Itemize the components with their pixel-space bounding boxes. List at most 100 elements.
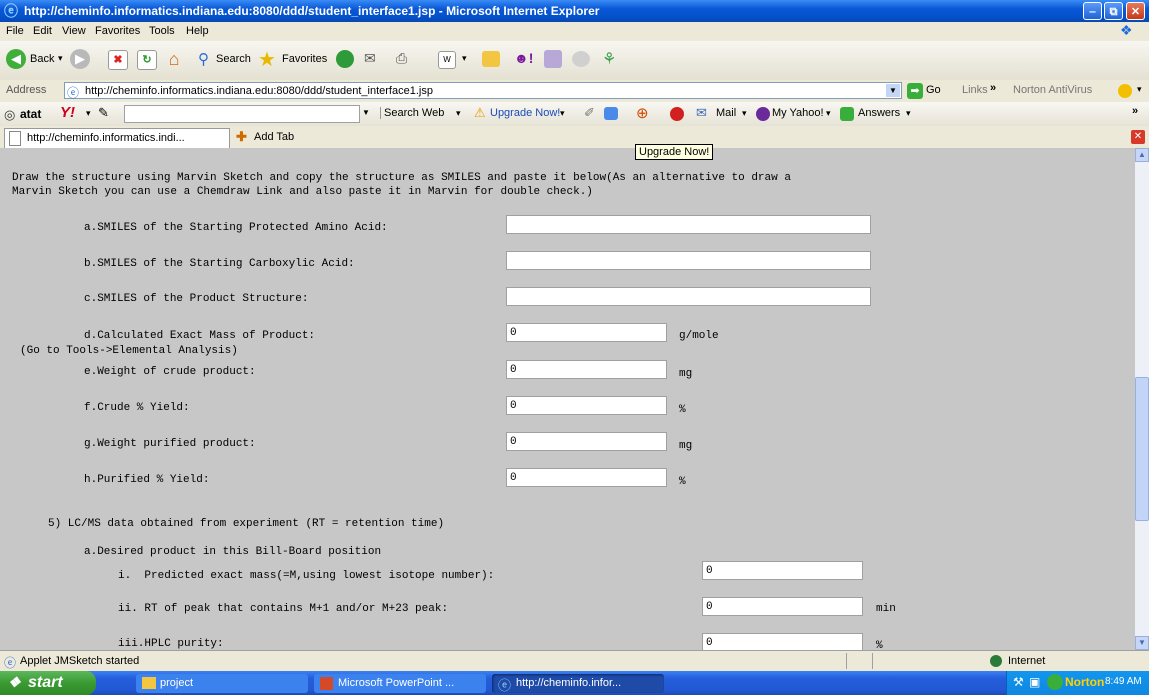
address-input[interactable]: ⓔ http://cheminfo.informatics.indiana.ed… — [64, 82, 902, 100]
answers-button[interactable]: Answers — [858, 107, 900, 119]
search-dropdown-icon[interactable]: ▼ — [362, 108, 370, 117]
taskbar-item-powerpoint[interactable]: Microsoft PowerPoint ... — [314, 674, 486, 693]
toolbar-window-icon[interactable] — [604, 107, 618, 120]
close-window-button[interactable]: ✕ — [1126, 2, 1145, 20]
my-yahoo-dropdown-icon[interactable]: ▾ — [826, 108, 831, 119]
close-tab-icon[interactable]: ✕ — [1131, 130, 1145, 144]
forward-arrow-icon[interactable]: ▶ — [70, 49, 90, 69]
label-hplc-purity: iii.HPLC purity: — [118, 638, 224, 650]
page-tab-icon — [9, 131, 21, 146]
answers-dropdown-icon[interactable]: ▾ — [906, 108, 911, 119]
go-button[interactable]: Go — [926, 84, 941, 96]
menu-edit[interactable]: Edit — [33, 25, 52, 37]
highlight-pen-icon[interactable]: ✐ — [584, 105, 595, 121]
print-icon[interactable]: ⎙ — [396, 50, 407, 67]
ie-logo-icon: ⓔ — [4, 3, 18, 19]
back-dropdown-icon[interactable]: ▾ — [58, 53, 63, 64]
label-crude-weight: e.Weight of crude product: — [84, 366, 256, 378]
retention-time-input[interactable] — [702, 597, 863, 616]
edit-icon[interactable]: W — [438, 51, 456, 69]
search-web-dropdown-icon[interactable]: ▾ — [456, 108, 461, 119]
tab-active[interactable]: http://cheminfo.informatics.indi... — [4, 128, 230, 148]
search-button[interactable]: Search — [216, 53, 251, 65]
yahoo-dropdown-icon[interactable]: ▾ — [86, 108, 91, 119]
yahoo-logo-icon[interactable]: Y! — [60, 104, 75, 121]
favorites-star-icon[interactable]: ★ — [258, 47, 276, 72]
taskbar-item-project[interactable]: project — [136, 674, 308, 693]
scroll-down-icon[interactable]: ▼ — [1135, 636, 1149, 650]
menu-help[interactable]: Help — [186, 25, 209, 37]
menu-file[interactable]: File — [6, 25, 24, 37]
norton-check-icon[interactable] — [1047, 674, 1063, 690]
norton-antivirus-label[interactable]: Norton AntiVirus — [1013, 84, 1092, 96]
minimize-button[interactable]: ‒ — [1083, 2, 1102, 20]
purified-weight-input[interactable] — [506, 432, 667, 451]
start-button[interactable]: ❖ start — [0, 671, 96, 695]
address-dropdown-icon[interactable]: ▼ — [886, 84, 900, 97]
menu-favorites[interactable]: Favorites — [95, 25, 140, 37]
back-arrow-icon[interactable]: ◀ — [6, 49, 26, 69]
taskbar-item-ie[interactable]: ⓔ http://cheminfo.infor... — [492, 674, 664, 693]
links-chevron-icon[interactable]: » — [990, 82, 996, 94]
favorites-button[interactable]: Favorites — [282, 53, 327, 65]
ie-task-icon: ⓔ — [498, 678, 512, 693]
research-icon[interactable] — [544, 50, 562, 68]
system-tray: ⚒ ▣ Norton 8:49 AM — [1006, 671, 1149, 695]
home-icon[interactable]: ⌂ — [164, 49, 184, 69]
crude-weight-input[interactable] — [506, 360, 667, 379]
mail-dropdown-icon[interactable]: ▾ — [742, 108, 747, 119]
discuss-icon[interactable] — [572, 51, 590, 67]
media-icon[interactable] — [336, 50, 354, 68]
vertical-scrollbar[interactable]: ▲ ▼ — [1135, 148, 1149, 650]
search-icon[interactable]: ⚲ — [198, 50, 209, 68]
pencil-icon[interactable]: ✎ — [98, 105, 109, 121]
norton-label[interactable]: Norton — [1065, 675, 1104, 689]
crude-yield-input[interactable] — [506, 396, 667, 415]
status-divider — [846, 653, 847, 669]
tray-tool-icon[interactable]: ⚒ — [1013, 675, 1024, 689]
links-label[interactable]: Links — [962, 84, 988, 96]
yahoo-circle-icon[interactable] — [670, 107, 684, 121]
folder-icon[interactable] — [482, 51, 500, 67]
menu-view[interactable]: View — [62, 25, 86, 37]
stop-icon[interactable]: ✖ — [108, 50, 128, 70]
upgrade-now-button[interactable]: Upgrade Now! — [490, 107, 560, 119]
label-crude-yield: f.Crude % Yield: — [84, 402, 190, 414]
toolbar-overflow-icon[interactable]: » — [1132, 105, 1138, 117]
smiles-amino-acid-input[interactable] — [506, 215, 871, 234]
yahoo-search-input[interactable] — [124, 105, 360, 123]
anti-spy-icon[interactable]: ⊕ — [636, 104, 649, 122]
go-arrow-icon[interactable]: ➡ — [907, 83, 923, 99]
mail-button[interactable]: Mail — [716, 107, 736, 119]
maximize-button[interactable]: ⧉ — [1104, 2, 1123, 20]
hplc-purity-input[interactable] — [702, 633, 863, 650]
mail-icon[interactable]: ✉ — [364, 50, 376, 67]
add-tab-button[interactable]: ✚ Add Tab — [234, 129, 310, 147]
upgrade-dropdown-icon[interactable]: ▾ — [560, 108, 565, 119]
yahoo-messenger-icon[interactable]: ☻! — [514, 50, 533, 66]
edit-dropdown-icon[interactable]: ▾ — [462, 53, 467, 64]
label-smiles-carboxylic-acid: b.SMILES of the Starting Carboxylic Acid… — [84, 258, 355, 270]
scroll-up-icon[interactable]: ▲ — [1135, 148, 1149, 162]
search-web-button[interactable]: Search Web — [380, 107, 444, 119]
back-button[interactable]: Back — [30, 53, 54, 65]
scroll-thumb[interactable] — [1135, 377, 1149, 521]
refresh-icon[interactable]: ↻ — [137, 50, 157, 70]
label-exact-mass: d.Calculated Exact Mass of Product: — [84, 330, 316, 342]
my-yahoo-button[interactable]: My Yahoo! — [772, 107, 824, 119]
label-smiles-amino-acid: a.SMILES of the Starting Protected Amino… — [84, 222, 388, 234]
predicted-mass-input[interactable] — [702, 561, 863, 580]
label-retention-time: ii. RT of peak that contains M+1 and/or … — [118, 603, 449, 615]
tray-network-icon[interactable]: ▣ — [1029, 675, 1040, 689]
mail-envelope-icon[interactable]: ✉ — [696, 105, 707, 121]
smiles-product-input[interactable] — [506, 287, 871, 306]
smiles-carboxylic-acid-input[interactable] — [506, 251, 871, 270]
norton-dropdown-icon[interactable]: ▾ — [1137, 84, 1142, 95]
menu-tools[interactable]: Tools — [149, 25, 175, 37]
powerpoint-icon — [320, 677, 333, 690]
norton-icon[interactable] — [1118, 84, 1132, 98]
exact-mass-input[interactable] — [506, 323, 667, 342]
address-bar: Address ⓔ http://cheminfo.informatics.in… — [0, 80, 1149, 103]
messenger-people-icon[interactable]: ⚘ — [602, 49, 616, 69]
purified-yield-input[interactable] — [506, 468, 667, 487]
